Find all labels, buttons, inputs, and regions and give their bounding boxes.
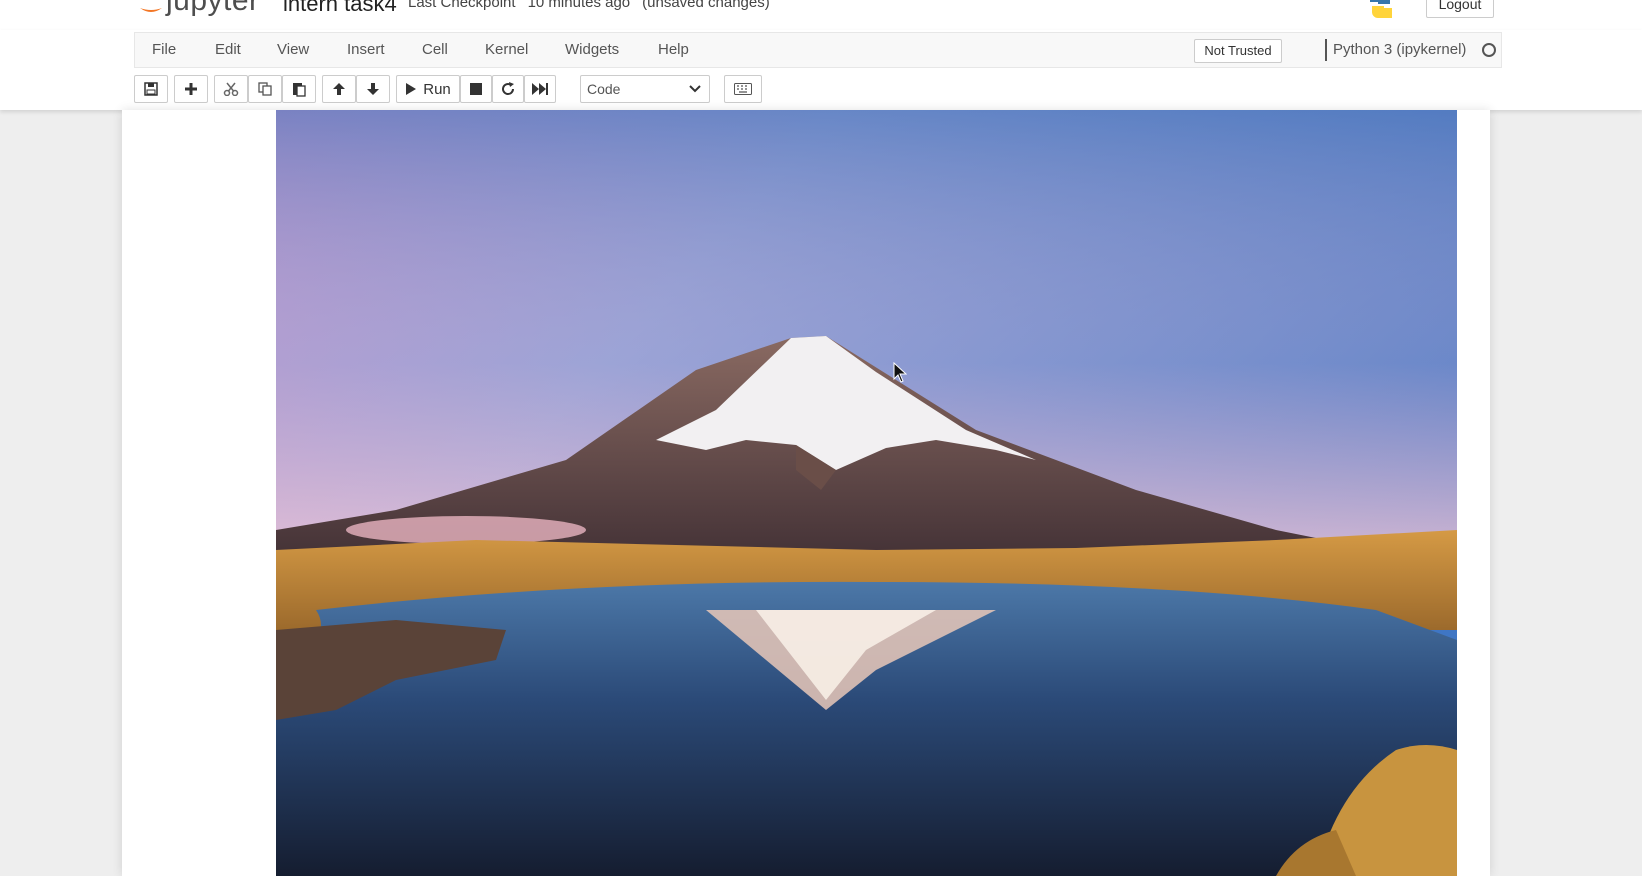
header: jupyter intern task4 Last Checkpoint 10 m… [0, 0, 1642, 30]
checkpoint-status: Last Checkpoint 10 minutes ago (unsaved ch… [408, 0, 782, 12]
save-icon [144, 82, 158, 96]
save-button[interactable] [134, 75, 168, 103]
checkpoint-label: Last Checkpoint [408, 0, 516, 11]
mountain-lake-image [276, 110, 1457, 876]
menu-insert[interactable]: Insert [347, 33, 385, 67]
move-down-button[interactable] [356, 75, 390, 103]
not-trusted-button[interactable]: Not Trusted [1194, 39, 1282, 63]
run-button[interactable]: Run [396, 75, 460, 103]
checkpoint-time: 10 minutes ago [527, 0, 631, 11]
python-logo-icon [1364, 0, 1398, 18]
cell-type-value: Code [587, 81, 621, 97]
plus-icon [185, 83, 197, 95]
chevron-down-icon [689, 85, 701, 93]
menu-cell[interactable]: Cell [422, 33, 448, 67]
interrupt-button[interactable] [460, 75, 492, 103]
run-label: Run [423, 80, 451, 98]
cell-type-select[interactable]: Code [580, 75, 710, 103]
command-palette-button[interactable] [724, 75, 762, 103]
menu-edit[interactable]: Edit [215, 33, 241, 67]
keyboard-icon [734, 83, 752, 95]
output-image [276, 110, 1457, 876]
insert-cell-button[interactable] [174, 75, 208, 103]
notebook-name[interactable]: intern task4 [283, 0, 397, 16]
logo-text: jupyter [166, 0, 260, 17]
play-icon [406, 83, 417, 95]
menu-view[interactable]: View [277, 33, 309, 67]
restart-run-all-button[interactable] [524, 75, 556, 103]
copy-button[interactable] [248, 75, 282, 103]
menubar-container: File Edit View Insert Cell Kernel Widget… [0, 30, 1642, 110]
menu-file[interactable]: File [152, 33, 176, 67]
jupyter-logo[interactable]: jupyter [138, 0, 260, 16]
menu-kernel[interactable]: Kernel [485, 33, 528, 67]
copy-icon [258, 82, 272, 96]
fast-forward-icon [532, 83, 548, 95]
menu-widgets[interactable]: Widgets [565, 33, 619, 67]
kernel-divider [1325, 39, 1327, 61]
restart-button[interactable] [492, 75, 524, 103]
unsaved-changes: (unsaved changes) [642, 0, 770, 11]
kernel-name[interactable]: Python 3 (ipykernel) [1333, 33, 1466, 67]
arrow-up-icon [333, 83, 345, 95]
jupyter-logo-icon [138, 0, 164, 16]
move-up-button[interactable] [322, 75, 356, 103]
notebook-page [122, 110, 1490, 876]
stop-icon [470, 83, 482, 95]
menubar: File Edit View Insert Cell Kernel Widget… [134, 32, 1502, 68]
restart-icon [502, 82, 515, 95]
cut-button[interactable] [214, 75, 248, 103]
cut-icon [223, 82, 239, 96]
paste-button[interactable] [282, 75, 316, 103]
paste-icon [293, 83, 306, 97]
kernel-idle-icon [1482, 43, 1496, 57]
arrow-down-icon [367, 83, 379, 95]
logout-button[interactable]: Logout [1426, 0, 1494, 18]
menu-help[interactable]: Help [658, 33, 689, 67]
mouse-cursor-icon [893, 361, 908, 389]
